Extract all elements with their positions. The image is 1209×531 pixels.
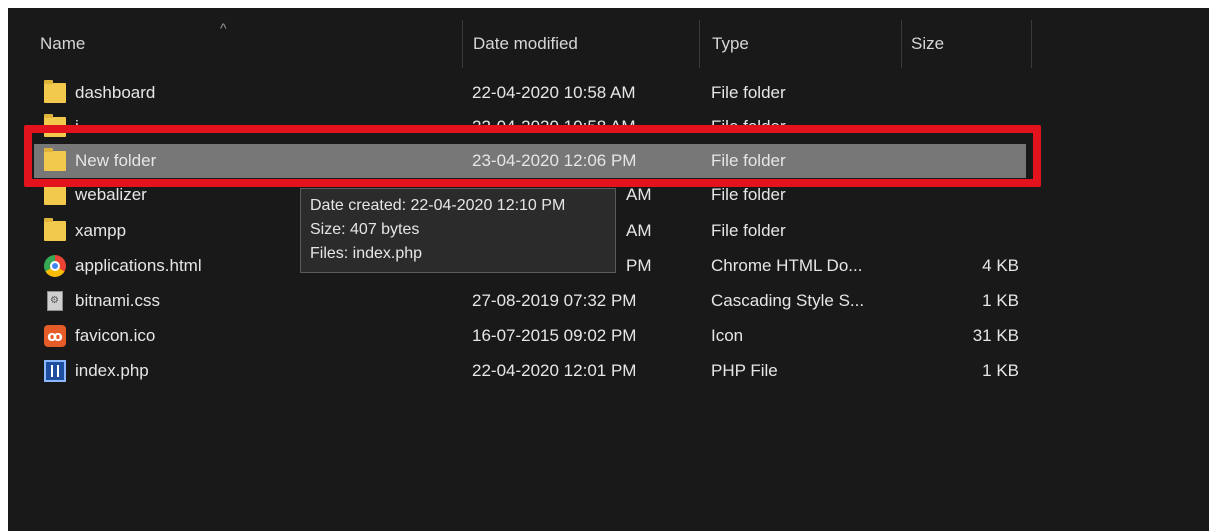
file-row-new-folder[interactable]: New folder 23-04-2020 12:06 PM File fold… bbox=[34, 144, 1026, 178]
file-name: bitnami.css bbox=[75, 291, 161, 310]
column-header-type[interactable]: Type bbox=[702, 8, 900, 72]
column-divider[interactable] bbox=[699, 20, 700, 68]
tooltip-size: Size: 407 bytes bbox=[310, 221, 420, 238]
file-size: 4 KB bbox=[982, 256, 1019, 275]
file-date-modified: 16-07-2015 09:02 PM bbox=[472, 326, 637, 345]
file-type: Icon bbox=[711, 326, 744, 345]
css-file-icon bbox=[47, 291, 63, 311]
file-size bbox=[904, 110, 1019, 144]
file-name: New folder bbox=[75, 151, 157, 170]
column-header-date-modified[interactable]: Date modified bbox=[463, 8, 699, 72]
file-size bbox=[904, 178, 1019, 212]
file-type: PHP File bbox=[711, 361, 778, 380]
file-type: File folder bbox=[711, 221, 786, 240]
file-type: File folder bbox=[711, 185, 786, 204]
chrome-icon bbox=[44, 255, 66, 277]
file-type: Chrome HTML Do... bbox=[711, 256, 863, 275]
file-row-dashboard[interactable]: dashboard 22-04-2020 10:58 AM File folde… bbox=[34, 76, 1026, 110]
file-name: dashboard bbox=[75, 83, 156, 102]
file-size bbox=[904, 76, 1019, 110]
tooltip-files: Files: index.php bbox=[310, 245, 423, 262]
file-type: File folder bbox=[711, 151, 786, 170]
column-header-name[interactable]: Name bbox=[30, 8, 462, 72]
file-date-modified: 22-04-2020 10:58 AM bbox=[472, 117, 636, 136]
file-explorer-window: Name ^ Date modified Type Size dashboard… bbox=[8, 8, 1209, 531]
file-type: File folder bbox=[711, 83, 786, 102]
file-date-modified: AM bbox=[626, 221, 652, 240]
folder-icon bbox=[44, 80, 66, 103]
sort-ascending-icon: ^ bbox=[220, 20, 227, 36]
tooltip-date-created: Date created: 22-04-2020 12:10 PM bbox=[310, 197, 566, 214]
file-type: Cascading Style S... bbox=[711, 291, 865, 310]
file-type: File folder bbox=[711, 117, 786, 136]
file-date-modified: PM bbox=[626, 256, 652, 275]
column-header-bar: Name ^ Date modified Type Size bbox=[8, 8, 1209, 72]
file-name: favicon.ico bbox=[75, 326, 156, 345]
folder-icon bbox=[44, 218, 66, 241]
file-date-modified: 22-04-2020 12:01 PM bbox=[472, 361, 637, 380]
file-size: 31 KB bbox=[972, 326, 1019, 345]
file-row-hidden-folder[interactable]: i 22-04-2020 10:58 AM File folder bbox=[34, 110, 1026, 144]
file-date-modified: 22-04-2020 10:58 AM bbox=[472, 83, 636, 102]
file-size bbox=[904, 214, 1019, 248]
php-file-icon bbox=[44, 360, 66, 382]
file-row-index-php[interactable]: index.php 22-04-2020 12:01 PM PHP File 1… bbox=[34, 354, 1026, 388]
file-size: 1 KB bbox=[982, 361, 1019, 380]
folder-icon bbox=[44, 182, 66, 205]
column-header-size[interactable]: Size bbox=[901, 8, 1031, 72]
file-size bbox=[904, 144, 1019, 178]
file-row-bitnami-css[interactable]: bitnami.css 27-08-2019 07:32 PM Cascadin… bbox=[34, 284, 1026, 318]
folder-icon bbox=[44, 148, 66, 171]
file-size: 1 KB bbox=[982, 291, 1019, 310]
file-name: i bbox=[75, 117, 79, 136]
folder-icon bbox=[44, 114, 66, 137]
column-divider[interactable] bbox=[1031, 20, 1032, 68]
xampp-icon: ꝏ bbox=[44, 325, 66, 347]
file-date-modified: 27-08-2019 07:32 PM bbox=[472, 291, 637, 310]
folder-info-tooltip: Date created: 22-04-2020 12:10 PM Size: … bbox=[300, 188, 616, 273]
file-row-favicon-ico[interactable]: ꝏ favicon.ico 16-07-2015 09:02 PM Icon 3… bbox=[34, 319, 1026, 353]
file-name: index.php bbox=[75, 361, 149, 380]
file-date-modified: 23-04-2020 12:06 PM bbox=[472, 151, 637, 170]
file-date-modified: AM bbox=[626, 185, 652, 204]
